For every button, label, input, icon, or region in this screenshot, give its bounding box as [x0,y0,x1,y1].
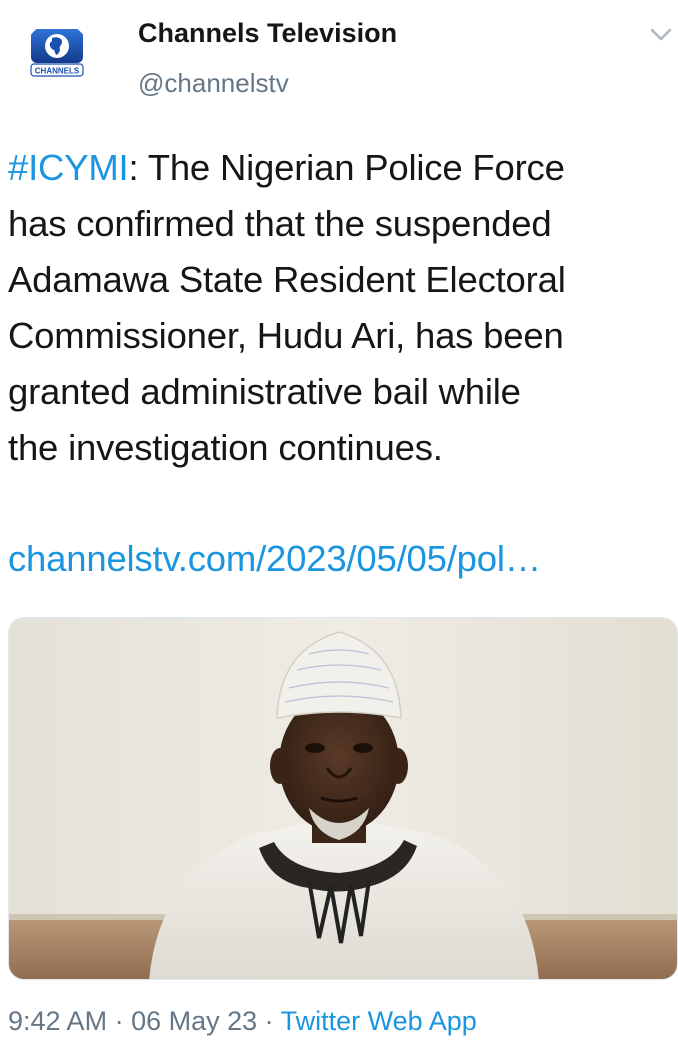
tweet-text-line: granted administrative bail while [8,371,521,412]
hashtag-link[interactable]: #ICYMI [8,147,129,188]
tweet-text-line: Commissioner, Hudu Ari, has been [8,315,564,356]
tweet: CHANNELS Channels Television @channelstv… [0,0,678,1054]
tweet-text-line: has confirmed that the suspended [8,203,552,244]
tweet-date[interactable]: 06 May 23 [131,1006,257,1036]
meta-separator: · [107,1006,132,1036]
channels-logo-icon: CHANNELS [30,29,84,77]
chevron-down-icon[interactable] [648,22,674,46]
photo-portrait [9,618,677,979]
tweet-text-line: the investigation continues. [8,427,443,468]
avatar-label: CHANNELS [35,67,80,76]
avatar[interactable]: CHANNELS [24,22,90,88]
tweet-text: #ICYMI: The Nigerian Police Force has co… [8,140,678,476]
tweet-text-line: Adamawa State Resident Electoral [8,259,566,300]
tweet-time[interactable]: 9:42 AM [8,1006,107,1036]
meta-separator: · [257,1006,281,1036]
article-link[interactable]: channelstv.com/2023/05/05/pol… [8,531,541,587]
author-handle[interactable]: @channelstv [138,68,289,99]
tweet-photo[interactable] [8,617,678,980]
author-name[interactable]: Channels Television [138,18,397,49]
tweet-meta: 9:42 AM · 06 May 23 · Twitter Web App [8,1006,477,1037]
tweet-text-line: #ICYMI: The Nigerian Police Force [8,140,678,196]
tweet-source-link[interactable]: Twitter Web App [281,1006,477,1036]
tweet-header: CHANNELS Channels Television @channelstv [0,0,678,110]
tweet-text-segment: : The Nigerian Police Force [128,147,565,188]
